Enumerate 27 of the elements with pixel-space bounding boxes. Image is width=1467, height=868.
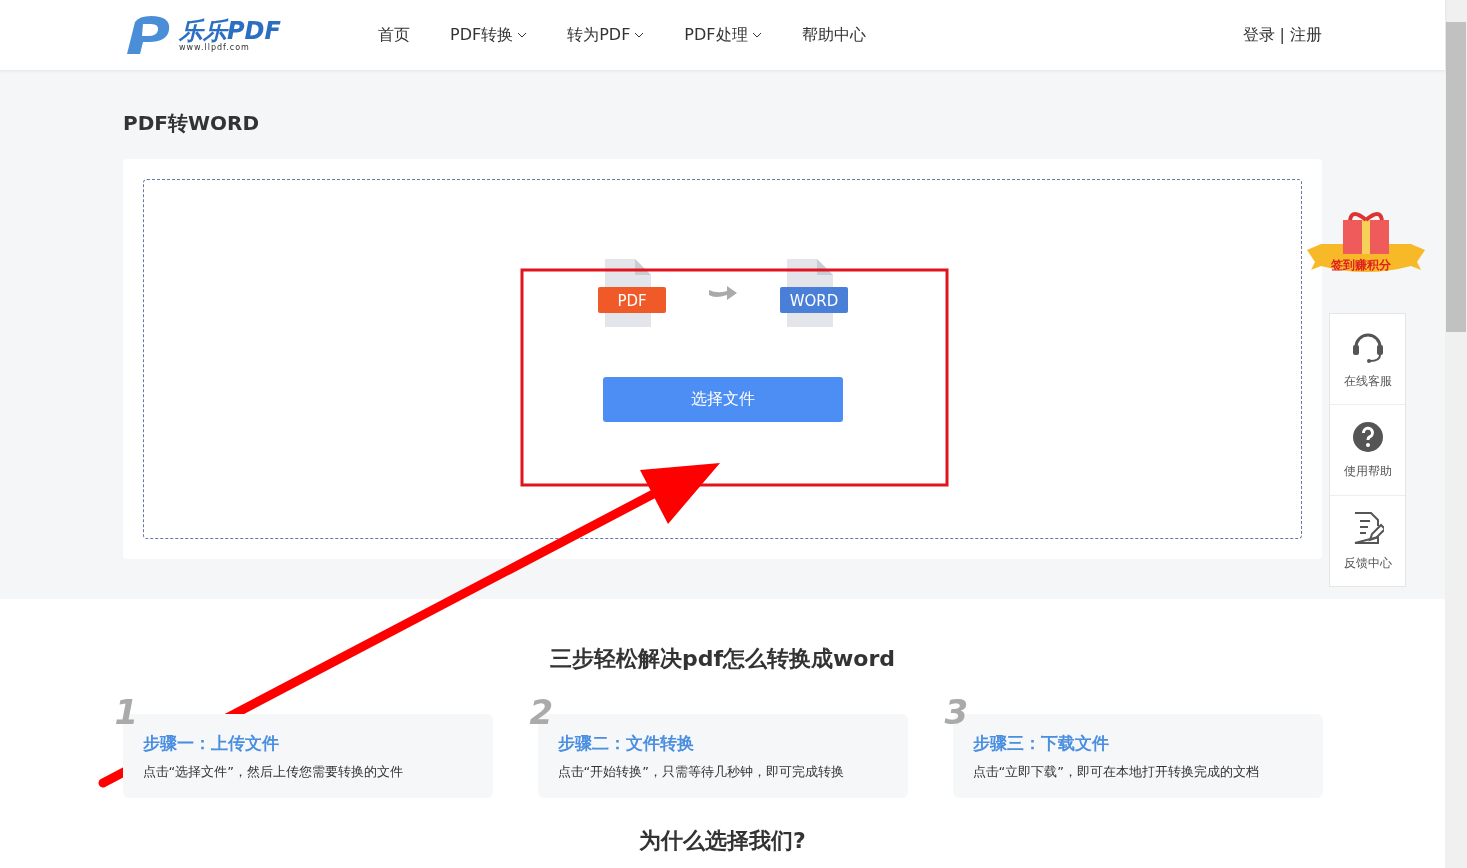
- why-heading: 为什么选择我们?: [639, 827, 806, 855]
- nav-link[interactable]: 首页: [378, 24, 410, 46]
- side-tool-link[interactable]: 使用帮助: [1330, 405, 1405, 496]
- logo-url: www.llpdf.com: [179, 42, 251, 52]
- help-icon: [1351, 420, 1384, 453]
- nav-link[interactable]: 转为PDF: [567, 24, 645, 46]
- step-title: 步骤二：文件转换: [557, 732, 694, 755]
- step-text: 点击“选择文件”，然后上传您需要转换的文件: [142, 763, 404, 781]
- step-number: 1: [114, 692, 139, 732]
- step-text: 点击“立即下载”，即可在本地打开转换完成的文档: [972, 763, 1260, 781]
- step-title: 步骤一：上传文件: [142, 732, 279, 755]
- page-title: PDF转WORD: [123, 110, 260, 137]
- step-title: 步骤三：下载文件: [972, 732, 1109, 755]
- separator-text: |: [1279, 24, 1285, 46]
- nav-link[interactable]: PDF转换: [450, 24, 528, 46]
- side-tool-link[interactable]: 反馈中心: [1330, 496, 1405, 586]
- step-text: 点击“开始转换”，只需等待几秒钟，即可完成转换: [557, 763, 845, 781]
- step-number: 3: [944, 692, 969, 732]
- step-number: 2: [529, 692, 554, 732]
- logo-text: 乐乐PDF: [179, 18, 281, 43]
- scrollbar[interactable]: [1445, 0, 1467, 868]
- register-link[interactable]: 注册: [1290, 24, 1322, 46]
- side-tool-link[interactable]: 在线客服: [1330, 314, 1405, 405]
- steps-heading: 三步轻松解决pdf怎么转换成word: [549, 645, 896, 673]
- nav-link[interactable]: PDF处理: [684, 24, 762, 46]
- nav-link[interactable]: 帮助中心: [801, 24, 866, 46]
- login-link[interactable]: 登录: [1242, 24, 1275, 46]
